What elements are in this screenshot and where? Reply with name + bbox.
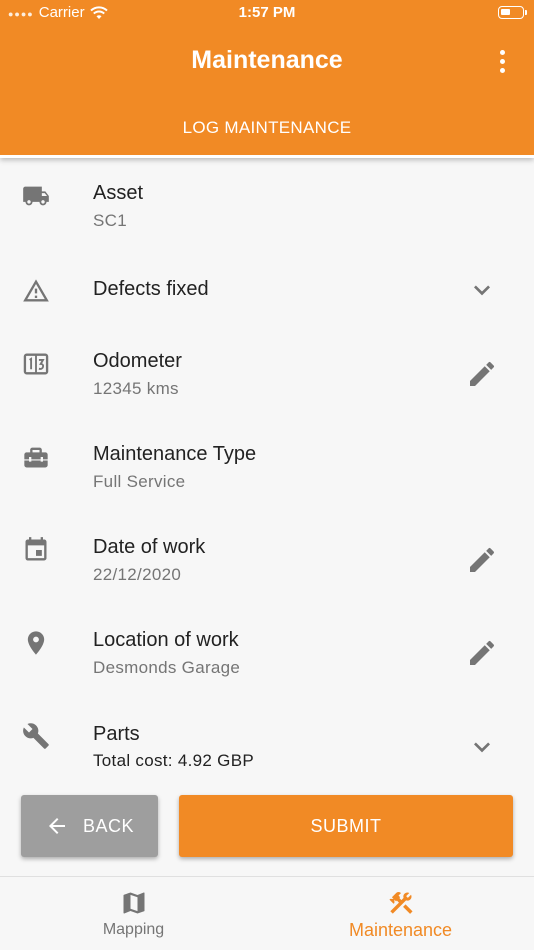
edit-icon[interactable] [466, 637, 498, 669]
defects-fixed-title: Defects fixed [93, 278, 209, 300]
list-item-defects-fixed[interactable]: Defects fixed [0, 276, 534, 326]
location-of-work-title: Location of work [93, 629, 239, 651]
page-title: Maintenance [191, 46, 343, 74]
odometer-value: 12345 kms [93, 379, 179, 398]
calendar-icon [25, 537, 47, 561]
bottom-navigation: Mapping Maintenance [0, 876, 534, 950]
tab-indicator [0, 155, 534, 158]
list-item-parts[interactable]: Parts Total cost: 4.92 GBP [0, 721, 534, 781]
back-button-label: BACK [82, 815, 135, 836]
wrench-icon [23, 723, 49, 749]
map-icon [123, 892, 144, 914]
chevron-down-icon[interactable] [466, 731, 498, 763]
nav-item-mapping[interactable]: Mapping [0, 877, 267, 950]
list-item-odometer[interactable]: Odometer 12345 kms [0, 348, 534, 418]
status-time: 1:57 PM [238, 4, 296, 21]
chevron-down-icon[interactable] [466, 274, 498, 306]
edit-icon[interactable] [466, 358, 498, 390]
warning-icon [23, 279, 49, 302]
list-item-date-of-work[interactable]: Date of work 22/12/2020 [0, 534, 534, 604]
list-item-location-of-work[interactable]: Location of work Desmonds Garage [0, 627, 534, 697]
parts-total-cost: Total cost: 4.92 GBP [93, 751, 254, 770]
truck-icon [23, 186, 49, 206]
nav-label-mapping: Mapping [102, 921, 165, 938]
parts-title: Parts [93, 723, 140, 745]
date-of-work-value: 22/12/2020 [93, 565, 182, 584]
date-of-work-title: Date of work [93, 536, 206, 558]
location-pin-icon [27, 631, 45, 655]
nav-label-maintenance: Maintenance [348, 920, 453, 940]
arrow-left-icon [48, 818, 65, 834]
back-button[interactable]: BACK [21, 795, 158, 857]
status-bar: ●●●● Carrier 1:57 PM [0, 0, 534, 28]
odometer-icon [23, 353, 49, 375]
toolbox-icon [24, 447, 48, 468]
odometer-title: Odometer [93, 350, 182, 372]
list-item-asset[interactable]: Asset SC1 [0, 180, 534, 250]
submit-button[interactable]: SUBMIT [179, 795, 513, 857]
asset-title: Asset [93, 182, 144, 204]
asset-value: SC1 [93, 211, 127, 230]
maintenance-type-title: Maintenance Type [93, 443, 257, 465]
maintenance-type-value: Full Service [93, 472, 186, 491]
tab-log-maintenance[interactable]: LOG MAINTENANCE [0, 118, 534, 138]
submit-button-label: SUBMIT [310, 815, 382, 836]
location-of-work-value: Desmonds Garage [93, 658, 241, 677]
battery-icon [498, 6, 527, 19]
list-item-maintenance-type[interactable]: Maintenance Type Full Service [0, 441, 534, 511]
more-options-icon[interactable] [492, 50, 512, 76]
app-header: ●●●● Carrier 1:57 PM Maintenance LOG MAI… [0, 0, 534, 158]
tools-icon [388, 892, 413, 914]
edit-icon[interactable] [466, 544, 498, 576]
nav-item-maintenance[interactable]: Maintenance [267, 877, 534, 950]
